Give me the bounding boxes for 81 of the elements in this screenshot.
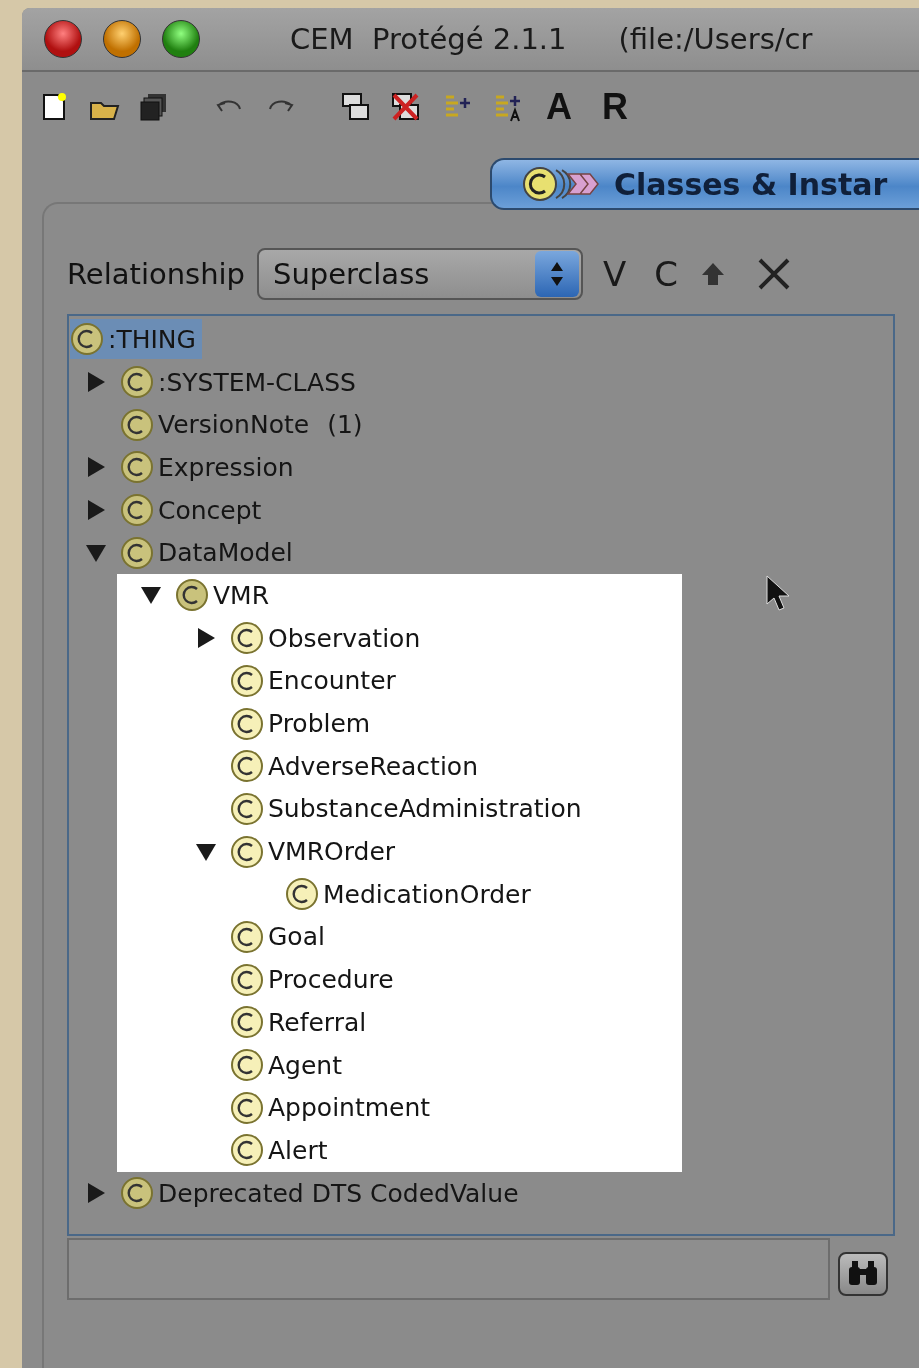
classes-tab[interactable]: Classes & Instar	[490, 158, 919, 210]
tree-node[interactable]: SubstanceAdministration	[230, 788, 588, 829]
tree-node[interactable]: Goal	[230, 916, 331, 957]
class-icon	[70, 322, 104, 357]
class-icon	[285, 877, 319, 912]
find-button[interactable]	[838, 1252, 888, 1296]
class-label: VMR	[213, 580, 270, 610]
class-icon	[175, 578, 209, 613]
tree-node[interactable]: Observation	[230, 618, 427, 659]
tree-node[interactable]: VMR	[175, 575, 276, 616]
tree-node[interactable]: Appointment	[230, 1087, 437, 1128]
file-path: (file:/Users/cr	[618, 22, 813, 56]
class-label: :THING	[108, 324, 196, 354]
tree-node[interactable]: DataModel	[120, 532, 299, 573]
class-label: Procedure	[268, 965, 394, 995]
delete-windows-icon[interactable]	[390, 91, 422, 123]
tree-node[interactable]: Alert	[230, 1130, 334, 1171]
tree-node[interactable]: MedicationOrder	[285, 874, 537, 915]
class-icon	[230, 1133, 264, 1168]
tree-node[interactable]: Referral	[230, 1002, 373, 1043]
relationship-label: Relationship	[67, 257, 246, 291]
class-label: Referral	[268, 1007, 367, 1037]
relationship-select[interactable]: Superclass	[257, 248, 584, 300]
class-label: Observation	[268, 623, 421, 653]
class-icon	[230, 834, 264, 869]
tree-node[interactable]: Agent	[230, 1045, 348, 1086]
tree-node[interactable]: :THING	[70, 319, 202, 360]
class-icon	[230, 749, 264, 784]
tree-node[interactable]: Expression	[120, 447, 300, 488]
class-label: :SYSTEM-CLASS	[158, 367, 356, 397]
class-icon	[230, 1090, 264, 1125]
tree-node[interactable]: Concept	[120, 490, 268, 531]
class-label: Alert	[268, 1135, 328, 1165]
toolbar-letter-button[interactable]: V	[595, 254, 635, 294]
class-label: SubstanceAdministration	[268, 794, 582, 824]
search-field[interactable]	[67, 1238, 830, 1300]
collapsed-arrow-icon[interactable]	[195, 627, 217, 650]
toolbar-letter-button[interactable]: A	[540, 86, 578, 128]
class-icon	[230, 791, 264, 826]
class-label: Goal	[268, 922, 325, 952]
class-label: Agent	[268, 1050, 342, 1080]
instance-count: (1)	[327, 410, 363, 440]
tree-node[interactable]: Encounter	[230, 660, 402, 701]
minimize-icon[interactable]	[103, 20, 141, 58]
window-title: CEM Protégé 2.1.1	[290, 22, 567, 56]
toolbar-letter-button[interactable]: R	[596, 86, 634, 128]
class-label: VMROrder	[268, 837, 396, 867]
windows-icon[interactable]	[340, 91, 372, 123]
class-icon	[230, 1048, 264, 1083]
class-label: DataModel	[158, 538, 293, 568]
tree-node[interactable]: :SYSTEM-CLASS	[120, 362, 362, 403]
tree-node[interactable]: VersionNote (1)	[120, 404, 369, 445]
tree-node[interactable]: VMROrder	[230, 831, 402, 872]
class-icon	[230, 919, 264, 954]
class-label: Deprecated DTS CodedValue	[158, 1178, 519, 1208]
class-icon	[120, 450, 154, 485]
class-icon	[120, 535, 154, 570]
class-label: VersionNote	[158, 410, 310, 440]
class-icon	[230, 962, 264, 997]
class-label: Expression	[158, 452, 294, 482]
class-label: Appointment	[268, 1093, 431, 1123]
class-icon	[230, 663, 264, 698]
zoom-icon[interactable]	[162, 20, 200, 58]
class-icon	[120, 493, 154, 528]
class-label: Encounter	[268, 666, 396, 696]
tree-node[interactable]: Problem	[230, 703, 377, 744]
tree-node[interactable]: Procedure	[230, 959, 400, 1000]
class-label: Problem	[268, 709, 371, 739]
class-label: MedicationOrder	[323, 879, 531, 909]
tree-node[interactable]: Deprecated DTS CodedValue	[120, 1173, 525, 1214]
toolbar-letter-button[interactable]: C	[646, 254, 687, 294]
class-icon	[120, 407, 154, 442]
close-icon[interactable]	[44, 20, 82, 58]
class-icon	[230, 621, 264, 656]
class-icon	[120, 1176, 154, 1211]
class-icon	[120, 365, 154, 400]
class-icon	[230, 706, 264, 741]
tree-node[interactable]: AdverseReaction	[230, 746, 484, 787]
class-icon	[230, 1005, 264, 1040]
class-label: AdverseReaction	[268, 751, 478, 781]
class-label: Concept	[158, 495, 262, 525]
